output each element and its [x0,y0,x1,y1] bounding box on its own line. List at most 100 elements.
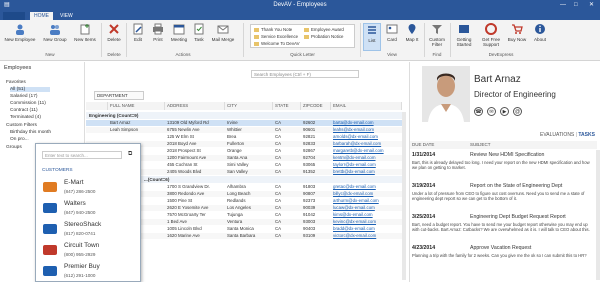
about-button[interactable]: About [530,23,550,42]
cell-email[interactable]: bradd@dx-email.com [333,226,401,232]
phone-icon[interactable]: ☎ [474,107,483,116]
minimize-button[interactable]: — [560,0,566,11]
groups-node[interactable]: Groups [6,145,22,150]
table-row[interactable]: Leah Simpson 6755 Newlin Ave Whittier CA 906… [86,127,406,133]
tree-item-salaried[interactable]: Salaried (17) [10,94,37,99]
buy-now-button[interactable]: Buy Now [506,23,528,42]
new-group-button[interactable]: New Group [40,23,70,42]
cell-state: CA [275,191,282,196]
template-welcome[interactable]: Welcome To DevAV [254,41,300,46]
getting-started-button[interactable]: Getting Started [452,23,476,47]
popup-expand-icon[interactable]: ⧉ [128,151,132,158]
tree-item-all[interactable]: All (51) [10,87,50,92]
cell-city: Whittier [227,127,242,132]
column-header-city[interactable]: CITY [225,102,273,110]
cell-email[interactable]: lucaw@dx-email.com [333,205,401,211]
file-menu-button[interactable] [3,12,25,20]
tab-evaluations[interactable]: EVALUATIONS [540,132,574,138]
search-input[interactable]: Search Employees (Ctrl + F) [251,70,359,78]
column-header-full-name[interactable]: FULL NAME [108,102,165,110]
new-items-button[interactable]: New Items [72,23,98,42]
cell-email[interactable]: arnolds@dx-email.com [333,134,401,140]
template-thank-you[interactable]: Thank You Note [254,27,292,32]
message-icon[interactable]: ✉ [487,107,496,116]
close-button[interactable]: ✕ [589,0,594,11]
custom-filter-button[interactable]: Custom Filter [426,23,448,47]
cell-email[interactable]: margaretb@dx-email.com [333,148,401,154]
print-button[interactable]: Print [149,23,167,42]
customer-item[interactable]: StereoShack (817) 820-0741 [42,219,138,241]
cell-email[interactable]: brettb@dx-email.com [333,169,401,175]
tree-item-contract[interactable]: Contract (11) [10,108,38,113]
customer-item[interactable]: Walters (847) 940-2500 [42,198,138,220]
tree-item-terminated[interactable]: Terminated (4) [10,115,41,120]
cell-city: Alhambra [227,184,246,189]
column-header-state[interactable]: STATE [273,102,301,110]
customer-item[interactable]: Premier Buy (612) 291-1000 [42,261,138,282]
tab-view[interactable]: VIEW [56,12,77,20]
getting-started-label: Getting Started [456,37,472,47]
custom-filters-node[interactable]: Custom Filters [6,123,37,128]
cell-email[interactable]: billyc@dx-email.com [333,191,401,197]
meeting-icon [173,24,185,35]
cell-email[interactable]: barta@dx-email.com [333,120,401,126]
map-it-button[interactable]: Map It [403,23,421,42]
task-button[interactable]: Task [191,23,207,42]
customer-phone: (612) 291-1000 [64,273,96,278]
email-icon[interactable]: @ [513,107,522,116]
cell-email[interactable]: kims@dx-email.com [333,212,401,218]
tree-item-commission[interactable]: Commission (11) [10,101,46,106]
grid-scrollbar[interactable] [402,112,406,280]
task-item[interactable]: 4/23/2014 Approve Vacation Request Plannin… [410,244,597,268]
task-description: Bart, need a budget report. You have to … [412,222,590,232]
table-row[interactable]: Bart Arnaz 13109 Old Myford Rd Irvine CA 926… [86,120,406,126]
app-menu-icon[interactable]: ▤ [4,0,10,11]
customer-item[interactable]: E-Mart (847) 286-2500 [42,177,138,199]
cell-email[interactable]: gretac@dx-email.com [333,184,401,190]
group-by-header[interactable]: DEPARTMENT [94,91,144,100]
cell-email[interactable]: victorc@dx-email.com [333,233,401,239]
tasks-header-subject[interactable]: SUBJECT [468,141,597,149]
customer-item[interactable]: Circuit Town (800) 955-2929 [42,240,138,262]
cell-email[interactable]: leahs@dx-email.com [333,127,401,133]
card-view-button[interactable]: Card [383,23,401,42]
tree-item-probation[interactable]: On pro... [10,137,29,142]
task-item[interactable]: 3/19/2014 Report on the State of Engineer… [410,182,597,206]
column-header-zipcode[interactable]: ZIPCODE [301,102,331,110]
popup-search-input[interactable]: Enter text to search... [42,151,122,159]
group-view-label: View [387,52,397,57]
list-view-button[interactable]: List [363,23,381,51]
cell-city: Santa Ana [227,155,248,160]
cell-email[interactable]: kentm@dx-email.com [333,155,401,161]
column-header-email[interactable]: EMAIL [331,102,402,110]
group-row-engineering[interactable]: Engineering (Count=9) [86,112,406,119]
template-employee-award[interactable]: Employee Award [304,27,344,32]
new-employee-button[interactable]: New Employee [2,23,38,42]
mail-merge-button[interactable]: Mail Merge [209,23,237,42]
tab-tasks[interactable]: TASKS [578,132,595,138]
task-item[interactable]: 1/31/2014 Review New HDMI Specification Ba… [410,151,597,175]
tasks-scrollbar[interactable] [596,150,600,280]
table-row[interactable]: 125 W Elm St Brea CA 92821 arnolds@dx-email.… [86,134,406,140]
maximize-button[interactable]: □ [574,0,578,11]
edit-button[interactable]: Edit [129,23,147,42]
column-header-address[interactable]: ADDRESS [165,102,225,110]
meeting-button[interactable]: Meeting [169,23,189,42]
cell-city: Santa Monica [227,226,254,231]
cell-email[interactable]: barbarah@dx-email.com [333,141,401,147]
template-service-excellence[interactable]: Service Excellence [254,34,298,39]
task-item[interactable]: 3/25/2014 Engineering Dept Budget Request… [410,213,597,237]
get-free-support-button[interactable]: Get Free Support [478,23,504,47]
cell-zipcode: 92833 [303,141,316,146]
template-probation-notice[interactable]: Probation Notice [304,34,343,39]
video-icon[interactable]: ▶ [500,107,509,116]
favorites-node[interactable]: Favorites [6,80,26,85]
employee-detail: Bart Arnaz Director of Engineering ☎ ✉ ▶… [409,62,600,282]
delete-button[interactable]: Delete [104,23,124,42]
tab-home[interactable]: HOME [30,12,53,20]
tree-item-birthday[interactable]: Birthday this month [10,130,51,135]
cell-email[interactable]: arthurm@dx-email.com [333,198,401,204]
cell-email[interactable]: kevinc@dx-email.com [333,219,401,225]
cell-email[interactable]: taylorr@dx-email.com [333,162,401,168]
tasks-header-due[interactable]: DUE DATE [410,141,468,149]
